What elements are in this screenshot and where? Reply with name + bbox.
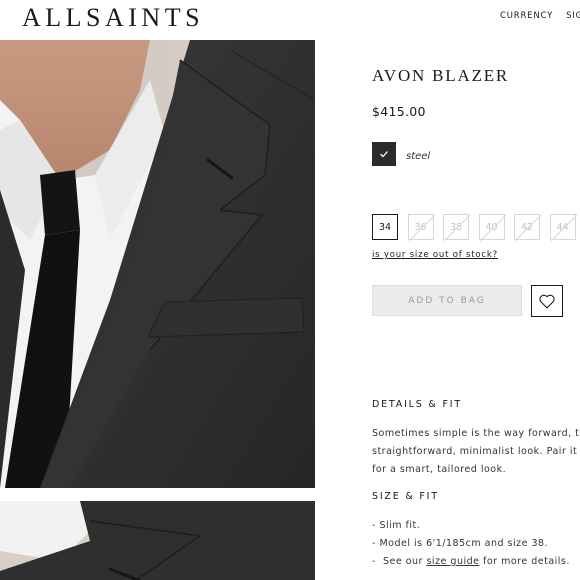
- sign-in-link[interactable]: SIGN: [566, 11, 580, 21]
- fit-item-prefix: - See our: [372, 556, 427, 567]
- strikethrough-icon: [444, 215, 470, 241]
- fit-list-item: - See our size guide for more details.: [372, 556, 570, 567]
- strikethrough-icon: [408, 215, 435, 241]
- brand-logo[interactable]: ALLSAINTS: [22, 3, 204, 33]
- checkmark-icon: [380, 151, 388, 158]
- product-title: AVON BLAZER: [372, 66, 510, 85]
- wishlist-button[interactable]: [531, 285, 563, 317]
- strikethrough-icon: [479, 215, 506, 241]
- size-option-40[interactable]: 40: [478, 214, 506, 241]
- size-option-36[interactable]: 36: [407, 214, 435, 241]
- product-gallery: [0, 40, 315, 580]
- size-selector: 34 36 38 40 42 44: [372, 214, 577, 241]
- description-line: for a smart, tailored look.: [372, 464, 507, 475]
- strikethrough-icon: [515, 215, 541, 241]
- top-nav: CURRENCY SIGN: [500, 11, 580, 21]
- currency-link[interactable]: CURRENCY: [500, 11, 553, 21]
- size-label: 34: [378, 221, 392, 233]
- colour-name: steel: [406, 151, 431, 162]
- description-line: straightforward, minimalist look. Pair i…: [372, 446, 580, 457]
- fit-list-item: - Model is 6'1/185cm and size 38.: [372, 538, 549, 549]
- product-image-secondary[interactable]: [0, 501, 315, 580]
- size-out-of-stock-link[interactable]: is your size out of stock?: [372, 250, 498, 260]
- size-option-44[interactable]: 44: [549, 214, 577, 241]
- colour-swatch-steel[interactable]: [372, 142, 396, 166]
- description-line: Sometimes simple is the way forward, the: [372, 428, 580, 439]
- strikethrough-icon: [550, 215, 577, 241]
- product-price: $415.00: [372, 104, 426, 119]
- heart-icon: [539, 294, 555, 309]
- size-option-42[interactable]: 42: [514, 214, 541, 241]
- details-fit-heading[interactable]: DETAILS & FIT: [372, 399, 462, 410]
- size-guide-link[interactable]: size guide: [426, 556, 479, 567]
- size-option-38[interactable]: 38: [443, 214, 470, 241]
- fit-list-item: - Slim fit.: [372, 520, 421, 531]
- size-fit-heading[interactable]: SIZE & FIT: [372, 491, 439, 502]
- product-image-main[interactable]: [0, 40, 315, 488]
- size-option-34[interactable]: 34: [372, 214, 398, 240]
- add-to-bag-button[interactable]: ADD TO BAG: [372, 285, 522, 316]
- fit-item-suffix: for more details.: [479, 556, 570, 567]
